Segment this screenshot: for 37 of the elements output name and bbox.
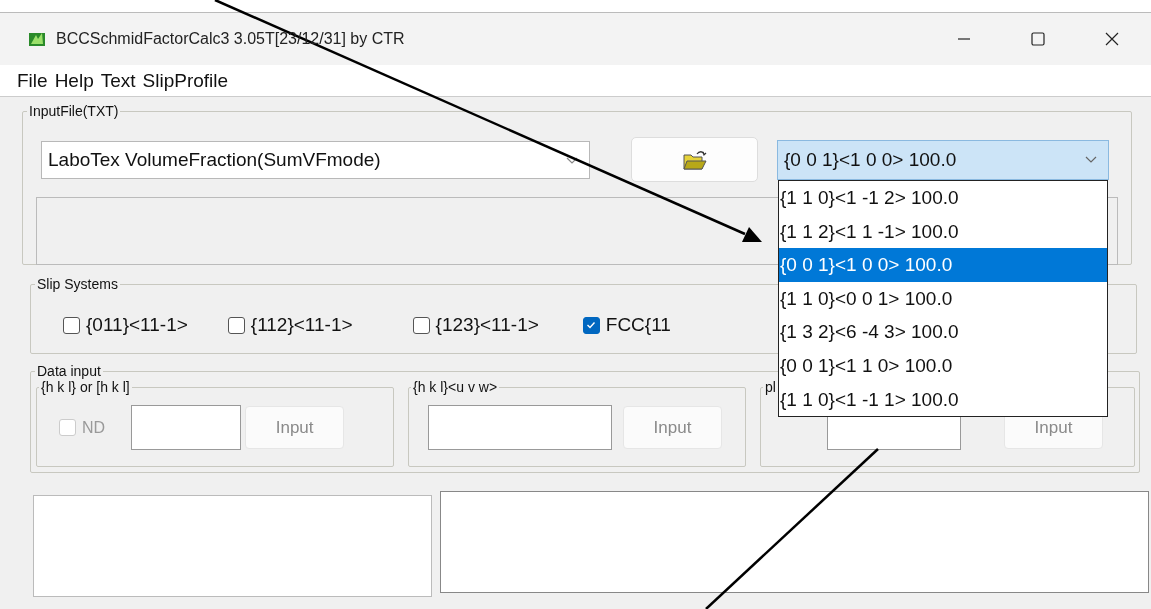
chevron-down-icon xyxy=(1084,154,1098,165)
app-icon xyxy=(28,30,46,48)
minimize-icon xyxy=(958,38,970,40)
input-field[interactable] xyxy=(131,405,242,450)
maximize-icon xyxy=(1030,31,1046,47)
group-label: {h k l}<u v w> xyxy=(412,379,499,395)
menu-item[interactable]: Text xyxy=(100,69,136,92)
group-label: InputFile(TXT) xyxy=(28,103,120,119)
menu-item[interactable]: File xyxy=(17,69,48,92)
checkbox-label: {011}<11-1> xyxy=(86,314,188,336)
dropdown-option[interactable]: {1 1 2}<1 1 -1> 100.0 xyxy=(779,214,1107,249)
checkbox[interactable] xyxy=(582,316,600,334)
dropdown-option[interactable]: {1 1 0}<0 0 1> 100.0 xyxy=(779,281,1107,316)
dropdown-option[interactable]: {1 1 0}<1 -1 2> 100.0 xyxy=(779,181,1107,215)
dropdown-option[interactable]: {0 0 1}<1 0 0> 100.0 xyxy=(779,248,1107,282)
group-label: {h k l} or [h k l] xyxy=(40,379,131,395)
checkmark-icon xyxy=(585,319,598,331)
open-folder-button[interactable] xyxy=(631,137,758,182)
folder-icon xyxy=(681,148,708,171)
checkbox-label: ND xyxy=(82,418,106,437)
menu-item[interactable]: SlipProfile xyxy=(142,69,229,92)
checkbox-label: {112}<11-1> xyxy=(250,314,353,336)
checkbox-label: FCC{11 xyxy=(605,314,671,336)
checkbox-label: {123}<11-1> xyxy=(435,314,539,336)
file-type-dropdown[interactable]: LaboTex VolumeFraction(SumVFmode) xyxy=(41,140,590,179)
checkbox[interactable] xyxy=(412,316,430,334)
checkbox[interactable] xyxy=(227,316,245,334)
group-label: pl xyxy=(764,379,777,395)
input-field[interactable] xyxy=(428,405,612,450)
checkbox[interactable] xyxy=(63,316,80,334)
slip-profile-dropdown[interactable]: {0 0 1}<1 0 0> 100.0 xyxy=(777,139,1109,180)
dropdown-option[interactable]: {0 0 1}<1 1 0> 100.0 xyxy=(779,348,1107,383)
dropdown-option[interactable]: {1 3 2}<6 -4 3> 100.0 xyxy=(779,315,1107,349)
group-label: Slip Systems xyxy=(36,276,119,292)
close-icon xyxy=(1104,31,1120,47)
group-label: Data input xyxy=(36,363,102,379)
menu-item[interactable]: Help xyxy=(54,69,94,92)
